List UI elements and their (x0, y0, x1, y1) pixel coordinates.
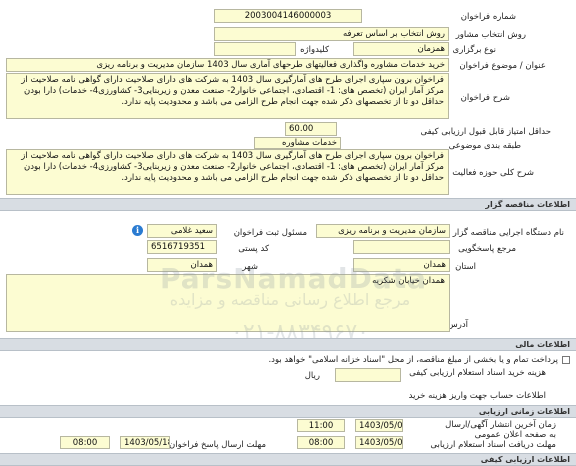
address-label: آدرس (447, 320, 468, 330)
org-name-field[interactable]: سازمان مدیریت و برنامه ریزی (316, 224, 450, 238)
timing-section-header: اطلاعات زمانی ارزیابی (0, 405, 576, 418)
tender-number-field[interactable]: 2003004146000003 (214, 9, 362, 23)
title-label: عنوان / موضوع فراخوان (459, 61, 546, 71)
keyword-field[interactable] (214, 42, 296, 56)
submit-deadline-time-field[interactable]: 08:00 (60, 436, 110, 449)
quality-section-header: اطلاعات ارزیابی کیفی (0, 453, 576, 466)
payment-note: پرداخت تمام و یا بخشی از مبلغ مناقصه، از… (268, 355, 558, 365)
selection-method-label: روش انتخاب مشاور (455, 30, 526, 40)
reference-field[interactable] (353, 240, 450, 254)
min-score-field[interactable]: 60.00 (285, 122, 337, 136)
watermark-subtitle: مرجع اطلاع رسانی مناقصه و مزایده (169, 290, 411, 309)
receive-deadline-label: مهلت دریافت اسناد استعلام ارزیابی (430, 440, 556, 450)
organizer-section-header: اطلاعات مناقصه گزار (0, 198, 576, 211)
submit-deadline-date-field[interactable]: 1403/05/18 (120, 436, 170, 449)
currency-label: ریال (304, 371, 320, 381)
category-label: طبقه بندی موضوعی (448, 141, 521, 151)
holding-type-label: نوع برگزاری (452, 45, 496, 55)
payment-checkbox[interactable] (562, 356, 570, 364)
publish-label: زمان آخرین انتشار آگهی/ارسال به صفحه اعل… (445, 420, 556, 440)
category-field[interactable]: خدمات مشاوره (254, 137, 341, 149)
holding-type-field[interactable]: همزمان (353, 42, 449, 56)
postal-code-label: کد پستی (238, 244, 269, 254)
reference-label: مرجع پاسخگویی (458, 244, 516, 254)
scope-label: شرح کلی حوزه فعالیت (452, 168, 534, 178)
province-label: استان (455, 262, 476, 272)
doc-cost-label: هزینه خرید اسناد استعلام ارزیابی کیفی (409, 368, 546, 378)
selection-method-field[interactable]: روش انتخاب بر اساس تعرفه (214, 27, 449, 41)
publish-time-field[interactable]: 11:00 (297, 419, 345, 432)
registrar-field[interactable]: سعید غلامی (147, 224, 217, 238)
description-field[interactable]: فراخوان برون سپاری اجرای طرح های آمارگیر… (6, 73, 449, 119)
postal-code-field[interactable]: 6516719351 (147, 240, 217, 254)
account-label: اطلاعات حساب جهت واریز هزینه خرید (408, 391, 546, 401)
financial-section-header: اطلاعات مالی (0, 338, 576, 351)
org-name-label: نام دستگاه اجرایی مناقصه گزار (452, 228, 564, 238)
registrar-label: مسئول ثبت فراخوان (233, 228, 307, 238)
title-field[interactable]: خرید خدمات مشاوره واگذاری فعالیتهای طرحه… (6, 58, 449, 72)
receive-deadline-date-field[interactable]: 1403/05/09 (355, 436, 403, 449)
info-icon[interactable]: i (132, 225, 143, 236)
description-label: شرح فراخوان (460, 93, 510, 103)
tender-number-label: شماره فراخوان (460, 12, 516, 22)
doc-cost-field[interactable] (335, 368, 401, 382)
min-score-label: حداقل امتیاز قابل قبول ارزیابی کیفی (420, 127, 551, 137)
keyword-label: کلیدواژه (300, 45, 329, 55)
publish-date-field[interactable]: 1403/05/07 (355, 419, 403, 432)
scope-field[interactable]: فراخوان برون سپاری اجرای طرح های آمارگیر… (6, 149, 449, 195)
receive-deadline-time-field[interactable]: 08:00 (297, 436, 345, 449)
